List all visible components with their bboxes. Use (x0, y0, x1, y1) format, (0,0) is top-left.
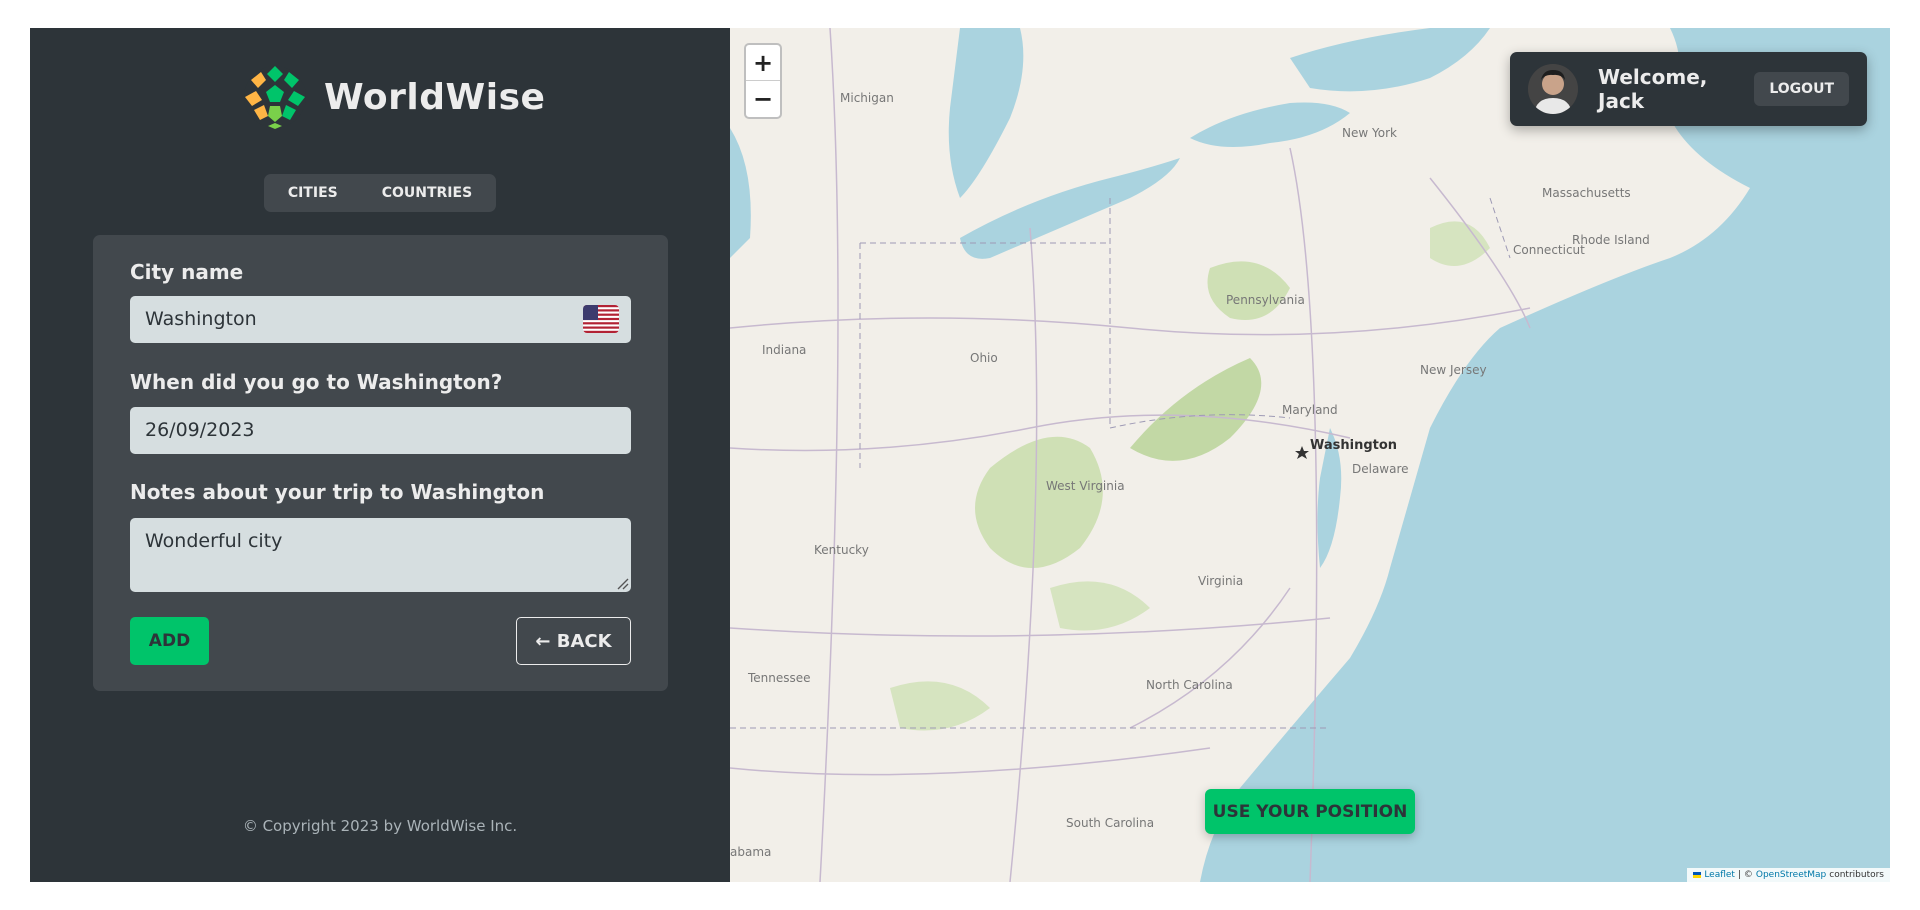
map-label-connecticut: Connecticut (1513, 243, 1585, 257)
logo[interactable]: WorldWise (242, 64, 545, 130)
tab-countries[interactable]: COUNTRIES (363, 179, 491, 207)
copyright: © Copyright 2023 by WorldWise Inc. (242, 817, 518, 835)
resize-handle-icon[interactable] (615, 576, 629, 590)
avatar (1528, 64, 1578, 114)
app-nav: CITIES COUNTRIES (264, 174, 496, 212)
map-tiles[interactable] (730, 28, 1890, 882)
attribution-separator: | © (1737, 870, 1753, 880)
welcome-text: Welcome, Jack (1598, 65, 1708, 113)
map-label-tennessee: Tennessee (748, 671, 811, 685)
app-name: WorldWise (324, 76, 546, 118)
date-value: 26/09/2023 (145, 419, 255, 441)
city-name-value: Washington (145, 308, 257, 330)
user-panel: Welcome, Jack LOGOUT (1510, 52, 1867, 126)
map-attribution: Leaflet | © OpenStreetMap contributors (1687, 868, 1890, 882)
map-label-south-carolina: South Carolina (1066, 816, 1155, 830)
map-label-michigan: Michigan (840, 91, 894, 105)
leaflet-link[interactable]: Leaflet (1704, 870, 1735, 880)
globe-logo-icon (244, 66, 306, 129)
zoom-in-button[interactable]: + (746, 45, 780, 81)
map-label-kentucky: Kentucky (814, 543, 869, 557)
logout-button[interactable]: LOGOUT (1754, 72, 1849, 106)
map-label-maryland: Maryland (1282, 403, 1338, 417)
map-label-pennsylvania: Pennsylvania (1226, 293, 1305, 307)
back-button[interactable]: ← BACK (516, 617, 631, 665)
add-city-form: City name Washington When did you go to … (93, 235, 668, 691)
sidebar: WorldWise CITIES COUNTRIES City name Was… (30, 28, 730, 882)
map-label-massachusetts: Massachusetts (1542, 186, 1631, 200)
attribution-contributors: contributors (1829, 870, 1884, 880)
date-input[interactable]: 26/09/2023 (130, 407, 631, 454)
add-button[interactable]: ADD (130, 617, 209, 665)
map-label-ohio: Ohio (970, 351, 998, 365)
map-label-new-york: New York (1342, 126, 1397, 140)
map-label-alabama: abama (730, 845, 772, 859)
app-layout: WorldWise CITIES COUNTRIES City name Was… (30, 28, 1890, 882)
ukraine-flag-icon (1693, 872, 1702, 878)
map[interactable]: Michigan New York Massachusetts Rhode Is… (730, 28, 1890, 882)
map-label-north-carolina: North Carolina (1146, 678, 1233, 692)
map-label-virginia: Virginia (1198, 574, 1244, 588)
osm-link[interactable]: OpenStreetMap (1756, 870, 1826, 880)
us-flag-icon (583, 305, 619, 333)
date-label: When did you go to Washington? (130, 370, 503, 394)
zoom-out-button[interactable]: − (746, 81, 780, 117)
map-label-new-jersey: New Jersey (1420, 363, 1487, 377)
map-label-washington: Washington (1310, 438, 1398, 453)
map-label-west-virginia: West Virginia (1046, 479, 1125, 493)
city-name-label: City name (130, 260, 244, 284)
zoom-control: + − (744, 43, 782, 119)
notes-label: Notes about your trip to Washington (130, 480, 545, 504)
notes-value: Wonderful city (145, 530, 283, 552)
notes-textarea[interactable]: Wonderful city (130, 518, 631, 592)
city-name-input[interactable]: Washington (130, 296, 631, 343)
map-label-delaware: Delaware (1352, 462, 1409, 476)
tab-cities[interactable]: CITIES (269, 179, 357, 207)
use-position-button[interactable]: USE YOUR POSITION (1205, 789, 1415, 834)
map-label-indiana: Indiana (762, 343, 807, 357)
